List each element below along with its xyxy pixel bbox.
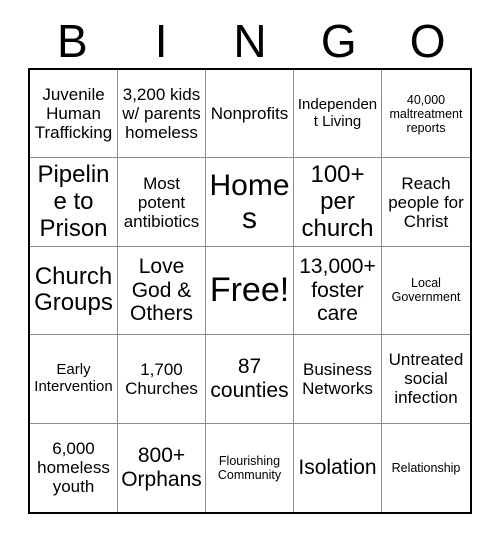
bingo-cell[interactable]: Juvenile Human Trafficking [30, 70, 118, 159]
bingo-cell[interactable]: Pipeline to Prison [30, 158, 118, 247]
bingo-header-letter-b: B [57, 15, 88, 67]
bingo-header-letter-g: G [320, 15, 357, 67]
bingo-cell[interactable]: Love God & Others [118, 246, 206, 336]
bingo-grid: Juvenile Human Trafficking 3,200 kids w/ … [28, 68, 472, 514]
bingo-cell[interactable]: Church Groups [30, 246, 118, 336]
bingo-cell[interactable]: 3,200 kids w/ parents homeless [118, 70, 206, 159]
bingo-cell[interactable]: 13,000+ foster care [294, 246, 382, 336]
bingo-cell[interactable]: Flourishing Community [206, 423, 294, 512]
bingo-cell[interactable]: 40,000 maltreatment reports [382, 70, 470, 159]
bingo-cell[interactable]: 100+ per church [294, 158, 382, 247]
bingo-cell[interactable]: Business Networks [294, 335, 382, 424]
bingo-cell[interactable]: Nonprofits [206, 70, 294, 159]
bingo-cell[interactable]: Relationship [382, 423, 470, 512]
bingo-cell[interactable]: Homes [206, 158, 294, 247]
bingo-cell[interactable]: Local Government [382, 246, 470, 336]
bingo-cell[interactable]: Isolation [294, 423, 382, 512]
bingo-cell[interactable]: Reach people for Christ [382, 158, 470, 247]
bingo-cell[interactable]: Free! [206, 246, 294, 336]
bingo-cell[interactable]: Most potent antibiotics [118, 158, 206, 247]
bingo-cell[interactable]: Early Intervention [30, 335, 118, 424]
bingo-cell[interactable]: 87 counties [206, 335, 294, 424]
bingo-cell[interactable]: 800+ Orphans [118, 423, 206, 512]
bingo-cell[interactable]: Independent Living [294, 70, 382, 159]
bingo-cell[interactable]: Untreated social infection [382, 335, 470, 424]
bingo-card: B I N G O Juvenile Human Trafficking 3,20… [0, 0, 500, 544]
bingo-header: B I N G O [28, 14, 472, 68]
bingo-header-letter-n: N [233, 15, 267, 67]
bingo-header-letter-o: O [409, 15, 446, 67]
bingo-cell[interactable]: 6,000 homeless youth [30, 423, 118, 512]
bingo-header-letter-i: I [154, 15, 168, 67]
bingo-cell[interactable]: 1,700 Churches [118, 335, 206, 424]
